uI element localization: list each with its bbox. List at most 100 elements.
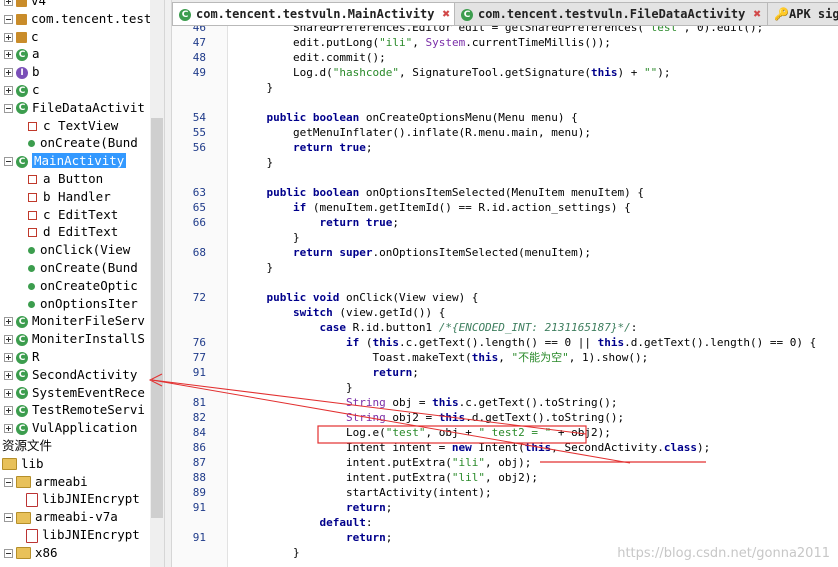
expand-icon[interactable] [4,335,13,345]
tree-node[interactable]: C MoniterFileServ [4,312,145,330]
pane-splitter[interactable] [164,0,172,567]
expand-icon[interactable] [4,317,13,327]
code-line[interactable]: Intent intent = new Intent(this, SecondA… [240,440,710,455]
expand-icon[interactable] [4,353,13,362]
collapse-icon[interactable] [4,513,13,523]
code-line[interactable]: } [240,155,273,170]
class-icon: C [16,351,28,364]
tree-node[interactable]: onClick(View [26,241,130,259]
code-line[interactable]: return; [240,500,392,515]
tree-node[interactable]: Ib [4,63,40,81]
code-line[interactable]: intent.putExtra("ili", obj); [240,455,531,470]
code-line[interactable]: default: [240,515,372,530]
tree-node[interactable]: CR [4,348,40,366]
tree-node[interactable]: Ca [4,45,40,63]
tree-node[interactable]: onCreateOptic [26,277,138,295]
collapse-icon[interactable] [4,103,13,113]
code-line[interactable]: SharedPreferences.Editor edit = getShare… [240,26,763,35]
editor-tab[interactable]: Ccom.tencent.testvuln.MainActivity ✖ [172,2,456,25]
code-line[interactable]: String obj = this.c.getText().toString()… [240,395,618,410]
expand-icon[interactable] [4,370,13,380]
tree-node-label: c TextView [43,117,119,133]
code-editor[interactable]: 46 47 48 49 54 55 56 63 65 66 68 72 76 77 91 81 82 84 86 87… [172,26,838,567]
collapse-icon[interactable] [4,157,13,167]
code-line[interactable]: getMenuInflater().inflate(R.menu.main, m… [240,125,591,140]
code-line[interactable]: edit.putLong("ili", System.currentTimeMi… [240,35,611,50]
code-line[interactable]: if (this.c.getText().length() == 0 || th… [240,335,816,350]
code-line[interactable]: } [240,380,353,395]
collapse-icon[interactable] [4,14,13,24]
expand-icon[interactable] [4,388,13,398]
tree-node[interactable]: x86 [4,544,58,562]
expand-icon[interactable] [4,424,13,434]
line-number: 87 [192,456,206,469]
code-line[interactable]: return; [240,365,418,380]
package-tree[interactable]: v4 com.tencent.testv c Ca Ib Cc C FileDataActiv… [0,0,150,567]
code-line[interactable]: public boolean onCreateOptionsMenu(Menu … [240,110,578,125]
code-line[interactable]: public void onClick(View view) { [240,290,479,305]
editor-tab[interactable]: Ccom.tencent.testvuln.FileDataActivity ✖ [454,2,769,25]
code-line[interactable]: Log.e("test", obj + " test2 = " + obj2); [240,425,611,440]
tree-node[interactable]: Cc [4,81,40,99]
tree-node[interactable]: com.tencent.testv [4,10,150,28]
tree-node[interactable]: v4 [4,0,46,10]
expand-icon[interactable] [4,406,13,416]
tree-node[interactable]: C FileDataActivit [4,99,145,117]
tree-node[interactable]: c [4,28,39,46]
tree-node[interactable]: onCreate(Bund [26,259,138,277]
code-line[interactable]: Toast.makeText(this, "不能为空", 1).show(); [240,350,648,365]
tree-node[interactable]: onCreate(Bund [26,134,138,152]
tree-node[interactable]: a Button [26,170,103,188]
tree-node[interactable]: C MainActivity [4,152,127,170]
collapse-icon[interactable] [4,477,13,487]
tree-node[interactable]: libJNIEncrypt [26,490,140,508]
tree-node[interactable]: C MoniterInstallS [4,330,145,348]
code-line[interactable]: intent.putExtra("lil", obj2); [240,470,538,485]
tree-node[interactable]: C SecondActivity [4,366,137,384]
expand-icon[interactable] [4,0,13,6]
tree-scrollbar-thumb[interactable] [151,118,163,518]
code-line[interactable]: } [240,80,273,95]
tree-node-label: onOptionsIter [40,295,138,311]
tree-node[interactable]: c TextView [26,117,118,135]
code-line[interactable]: startActivity(intent); [240,485,492,500]
code-line[interactable]: return true; [240,215,398,230]
tree-node[interactable]: lib [2,455,44,473]
code-line[interactable]: public boolean onOptionsItemSelected(Men… [240,185,645,200]
tree-node[interactable]: c EditText [26,206,118,224]
code-line[interactable]: String obj2 = this.d.getText().toString(… [240,410,624,425]
expand-icon[interactable] [4,68,13,78]
editor-tab[interactable]: 🔑APK sig [767,2,838,25]
code-line[interactable]: return true; [240,140,372,155]
code-line[interactable]: } [240,230,300,245]
tree-node[interactable]: C SystemEventRece [4,384,145,402]
close-tab-icon[interactable]: ✖ [442,4,450,25]
expand-icon[interactable] [4,50,13,60]
code-line[interactable]: switch (view.getId()) { [240,305,445,320]
code-line[interactable]: if (menuItem.getItemId() == R.id.action_… [240,200,631,215]
tree-node[interactable]: onOptionsIter [26,295,138,313]
code-line[interactable]: case R.id.button1 /*{ENCODED_INT: 213116… [240,320,637,335]
tree-node[interactable]: d EditText [26,223,118,241]
class-icon: C [16,333,28,346]
close-tab-icon[interactable]: ✖ [753,4,761,25]
tree-node[interactable]: libJNIEncrypt [26,526,140,544]
code-line[interactable]: } [240,260,273,275]
tree-node[interactable]: C VulApplication [4,419,137,437]
code-line[interactable]: Log.d("hashcode", SignatureTool.getSigna… [240,65,671,80]
line-number: 88 [192,471,206,484]
line-number-gutter: 46 47 48 49 54 55 56 63 65 66 68 72 76 77 91 81 82 84 86 87… [172,26,228,567]
tree-node[interactable]: armeabi-v7a [4,508,118,526]
code-line[interactable]: return; [240,530,392,545]
code-line[interactable]: edit.commit(); [240,50,386,65]
code-line[interactable]: } [240,545,300,560]
method-icon [28,265,35,272]
expand-icon[interactable] [4,86,13,95]
code-line[interactable]: return super.onOptionsItemSelected(menuI… [240,245,591,260]
tree-node[interactable]: 资源文件 [2,437,52,455]
tree-node[interactable]: armeabi [4,473,88,491]
tree-node[interactable]: b Handler [26,188,111,206]
tree-node[interactable]: C TestRemoteServi [4,401,145,419]
expand-icon[interactable] [4,32,13,42]
collapse-icon[interactable] [4,548,13,558]
